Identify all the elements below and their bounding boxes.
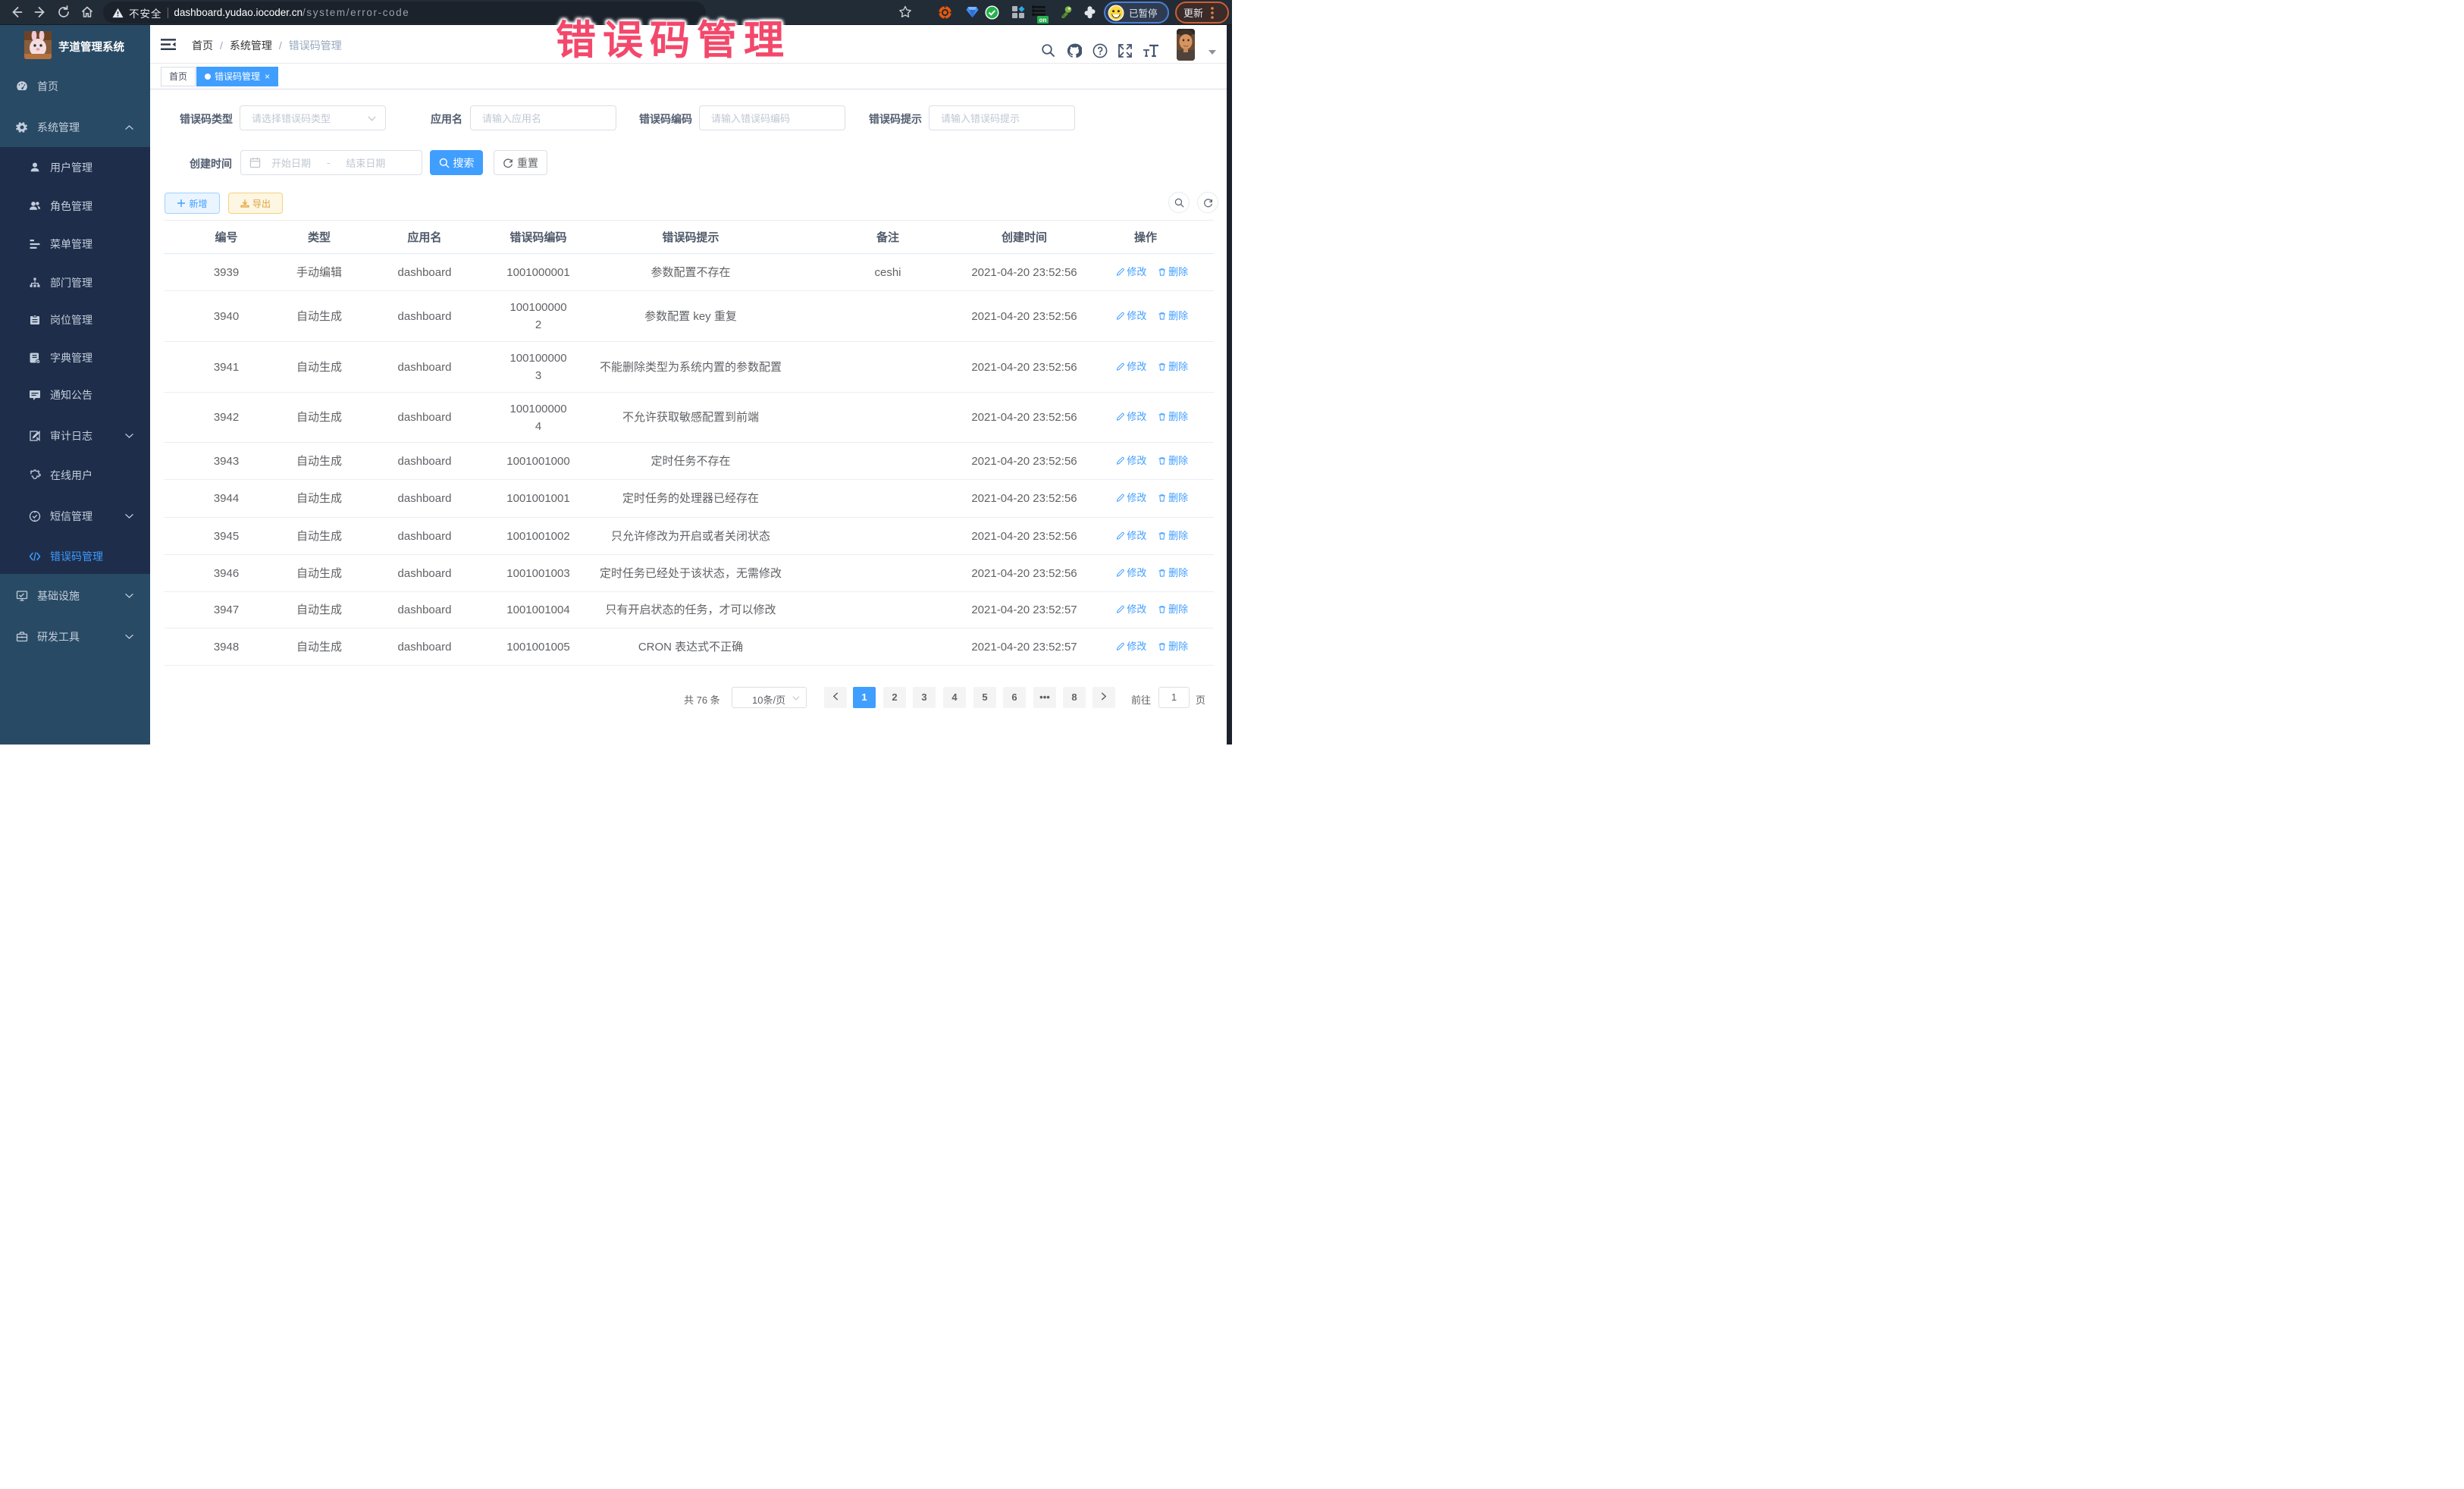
svg-text:on: on	[1039, 17, 1047, 24]
